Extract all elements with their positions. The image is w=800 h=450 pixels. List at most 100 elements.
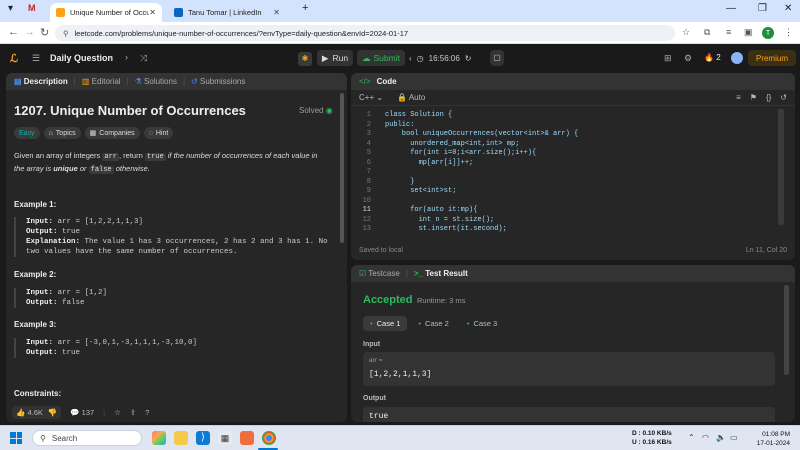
taskbar-vscode-icon[interactable]: ⟩ — [196, 431, 210, 445]
output-box: true — [363, 407, 775, 422]
gmail-icon[interactable]: M — [28, 3, 36, 13]
tab-solutions[interactable]: ⚗ Solutions — [135, 77, 177, 86]
next-problem-icon[interactable]: › — [125, 52, 128, 62]
case-1-tab[interactable]: • Case 1 — [363, 316, 408, 331]
problem-description-panel: ▤ Description | ▥ Editorial | ⚗ Solution… — [6, 73, 347, 422]
side-panel-icon[interactable]: ▣ — [744, 27, 753, 38]
notes-icon[interactable]: ▢ — [490, 50, 504, 66]
thumbs-down-icon: 👎 — [47, 407, 58, 417]
reset-code-icon[interactable]: ↺ — [780, 93, 787, 102]
example-1-title: Example 1: — [14, 200, 57, 209]
submit-button[interactable]: ☁ Submit — [357, 50, 405, 66]
prev-problem-icon[interactable]: ‹ — [110, 52, 113, 62]
timer-icon: ◷ — [416, 53, 424, 63]
url-input[interactable]: ⚲ leetcode.com/problems/unique-number-of… — [55, 25, 675, 41]
media-icon[interactable]: ≡ — [726, 27, 731, 37]
back-icon[interactable]: ← — [8, 26, 19, 38]
profile-avatar[interactable]: T — [762, 27, 774, 39]
taskbar-search-box[interactable]: ⚲ Search — [32, 430, 142, 446]
problem-list-icon[interactable]: ☰ — [32, 53, 40, 64]
taskbar-copilot-icon[interactable] — [152, 431, 166, 445]
auto-mode-toggle[interactable]: 🔒 Auto — [397, 93, 425, 102]
layout-grid-icon[interactable]: ⊞ — [664, 53, 672, 64]
case-2-tab[interactable]: • Case 2 — [411, 316, 455, 331]
timer-value[interactable]: 16:56:06 — [429, 54, 460, 63]
extensions-icon[interactable]: ⧉ — [704, 27, 710, 38]
runtime-label: Runtime: 3 ms — [417, 296, 466, 305]
debug-icon[interactable]: ✱ — [298, 52, 312, 66]
premium-button[interactable]: Premium — [748, 50, 796, 66]
case-tabs: • Case 1 • Case 2 • Case 3 — [363, 316, 504, 331]
upload-cloud-icon: ☁ — [362, 52, 371, 63]
like-button[interactable]: 👍 4.6K — [16, 408, 43, 417]
run-button[interactable]: ▶ Run — [317, 50, 353, 66]
tab-submissions[interactable]: ↺ Submissions — [191, 77, 245, 86]
tab-test-result[interactable]: >_ Test Result — [414, 269, 468, 278]
browser-tab-linkedin[interactable]: Tanu Tomar | LinkedIn ✕ — [168, 3, 286, 22]
description-scrollbar[interactable] — [340, 93, 344, 243]
leetcode-logo-icon[interactable]: ℒ — [10, 52, 18, 65]
hint-chip[interactable]: ◌ Hint — [143, 127, 174, 139]
user-avatar[interactable] — [731, 52, 743, 64]
browser-menu-icon[interactable]: ⋮ — [784, 27, 793, 38]
taskbar-app-icon[interactable] — [240, 431, 254, 445]
browser-tab-leetcode[interactable]: Unique Number of Occurrences ✕ — [50, 3, 162, 22]
close-tab-icon[interactable]: ✕ — [273, 8, 280, 17]
system-clock[interactable]: 01:08 PM 17-01-2024 — [742, 430, 790, 448]
battery-icon[interactable]: ▭ — [730, 433, 738, 442]
daily-question-link[interactable]: Daily Question — [50, 53, 113, 63]
new-tab-icon[interactable]: + — [302, 2, 308, 14]
like-dislike-group: 👍 4.6K 👎 — [12, 405, 62, 419]
format-icon[interactable]: ≡ — [736, 93, 741, 102]
code-line: 8 } — [366, 177, 415, 186]
topics-chip[interactable]: ⌂ Topics — [43, 127, 81, 139]
volume-icon[interactable]: 🔈 — [716, 433, 726, 442]
comments-button[interactable]: 💬 137 — [70, 408, 94, 417]
taskbar-file-explorer-icon[interactable] — [174, 431, 188, 445]
forward-icon[interactable]: → — [24, 26, 35, 38]
tab-testcase[interactable]: ☑ Testcase — [359, 269, 400, 278]
result-status: Accepted — [363, 294, 413, 306]
constraints-title: Constraints: — [14, 389, 62, 398]
reload-icon[interactable]: ↻ — [40, 26, 49, 39]
streak-counter[interactable]: 🔥 2 — [704, 53, 721, 62]
close-tab-icon[interactable]: ✕ — [149, 8, 156, 17]
bookmark-star-icon[interactable]: ☆ — [682, 27, 690, 38]
code-scrollbar[interactable] — [778, 109, 784, 225]
site-info-icon[interactable]: ⚲ — [63, 29, 69, 38]
language-select[interactable]: C++ ⌄ — [359, 93, 383, 102]
tab-search-icon[interactable]: ▾ — [8, 3, 13, 14]
timer-reset-icon[interactable]: ↻ — [465, 54, 472, 63]
tray-chevron-icon[interactable]: ⌃ — [688, 433, 695, 442]
wifi-icon[interactable]: ◠ — [702, 433, 709, 442]
taskbar-store-icon[interactable]: ▦ — [218, 431, 232, 445]
code-editor[interactable]: 1 class Solution { 2 public: 3 bool unique… — [351, 111, 795, 235]
code-line: 9 set<int>st; — [366, 187, 457, 195]
dislike-button[interactable]: 👎 — [48, 408, 57, 417]
share-icon[interactable]: ⇪ — [130, 408, 136, 417]
dot-icon: • — [466, 319, 470, 328]
case-3-tab[interactable]: • Case 3 — [460, 316, 504, 331]
minimize-icon[interactable]: — — [726, 3, 736, 14]
maximize-icon[interactable]: ❐ — [758, 3, 767, 14]
input-box: arr = [1,2,2,1,1,3] — [363, 352, 775, 386]
braces-icon[interactable]: {} — [766, 93, 771, 102]
companies-chip[interactable]: ▦ Companies — [84, 127, 140, 139]
settings-gear-icon[interactable]: ⚙ — [684, 53, 692, 64]
shuffle-icon[interactable]: ⤨ — [140, 53, 147, 64]
windows-start-icon[interactable] — [10, 432, 22, 444]
timer-collapse-icon[interactable]: ‹ — [409, 54, 412, 63]
tab-editorial[interactable]: ▥ Editorial — [82, 77, 121, 86]
problem-title[interactable]: 1207. Unique Number of Occurrences — [14, 103, 246, 118]
help-icon[interactable]: ? — [145, 408, 149, 417]
result-scrollbar[interactable] — [784, 285, 789, 375]
code-line: 5 for(int i=0;i<arr.size();i++){ — [366, 149, 537, 157]
bookmark-icon[interactable]: ⚑ — [750, 93, 757, 102]
address-bar: ← → ↻ ⚲ leetcode.com/problems/unique-num… — [0, 22, 800, 44]
tab-description[interactable]: ▤ Description — [14, 77, 68, 86]
close-window-icon[interactable]: ✕ — [784, 3, 792, 14]
play-icon: ▶ — [321, 52, 329, 63]
building-icon: ▦ — [89, 130, 97, 137]
taskbar-chrome-icon[interactable] — [262, 431, 276, 445]
favorite-star-icon[interactable]: ☆ — [114, 408, 121, 417]
